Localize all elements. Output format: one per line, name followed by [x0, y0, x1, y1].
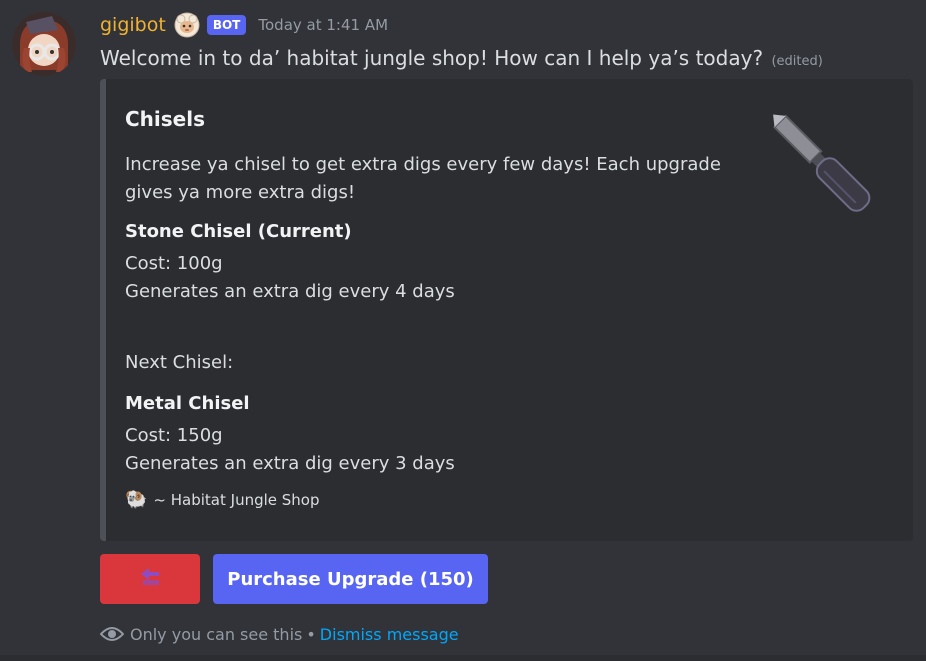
next-chisel-label: Next Chisel: [125, 352, 234, 373]
dismiss-message-link[interactable]: Dismiss message [320, 625, 459, 644]
embed-card: Chisels Increase ya chisel to get extra … [100, 79, 913, 541]
current-chisel-name: Stone Chisel (Current) [125, 221, 352, 242]
sheep-icon [173, 11, 201, 39]
current-chisel-cost: Cost: 100g [125, 253, 223, 274]
embed-description: Increase ya chisel to get extra digs eve… [125, 154, 721, 203]
avatar[interactable] [12, 12, 76, 76]
ram-icon: 🐏 [125, 489, 148, 510]
embed-title: Chisels [125, 107, 205, 131]
bot-tag: BOT [206, 15, 247, 35]
current-chisel-generates: Generates an extra dig every 4 days [125, 281, 455, 302]
embed-footer: 🐏 ~ Habitat Jungle Shop [125, 489, 320, 510]
footer-text: ~ Habitat Jungle Shop [153, 490, 320, 509]
purchase-upgrade-button[interactable]: Purchase Upgrade (150) [213, 554, 488, 604]
next-chisel-generates: Generates an extra dig every 3 days [125, 453, 455, 474]
message-body: Welcome in to da’ habitat jungle shop! H… [100, 46, 764, 70]
ephemeral-notice: Only you can see this • Dismiss message [99, 624, 459, 644]
back-button[interactable] [100, 554, 200, 604]
timestamp: Today at 1:41 AM [258, 16, 389, 34]
purchase-button-label: Purchase Upgrade (150) [227, 568, 474, 590]
bottom-divider [0, 655, 926, 661]
author-name[interactable]: gigibot [100, 14, 166, 36]
back-arrow-icon [137, 566, 163, 592]
next-chisel-name: Metal Chisel [125, 393, 250, 414]
message-content: Welcome in to da’ habitat jungle shop! H… [100, 44, 823, 76]
separator: • [306, 624, 316, 644]
chisel-icon[interactable] [759, 99, 889, 229]
message-header: gigibot BOT Today at 1:41 AM [100, 8, 388, 42]
ephemeral-text: Only you can see this [130, 624, 303, 644]
next-chisel-cost: Cost: 150g [125, 425, 223, 446]
edited-label: (edited) [771, 54, 823, 69]
eye-icon [99, 624, 125, 644]
